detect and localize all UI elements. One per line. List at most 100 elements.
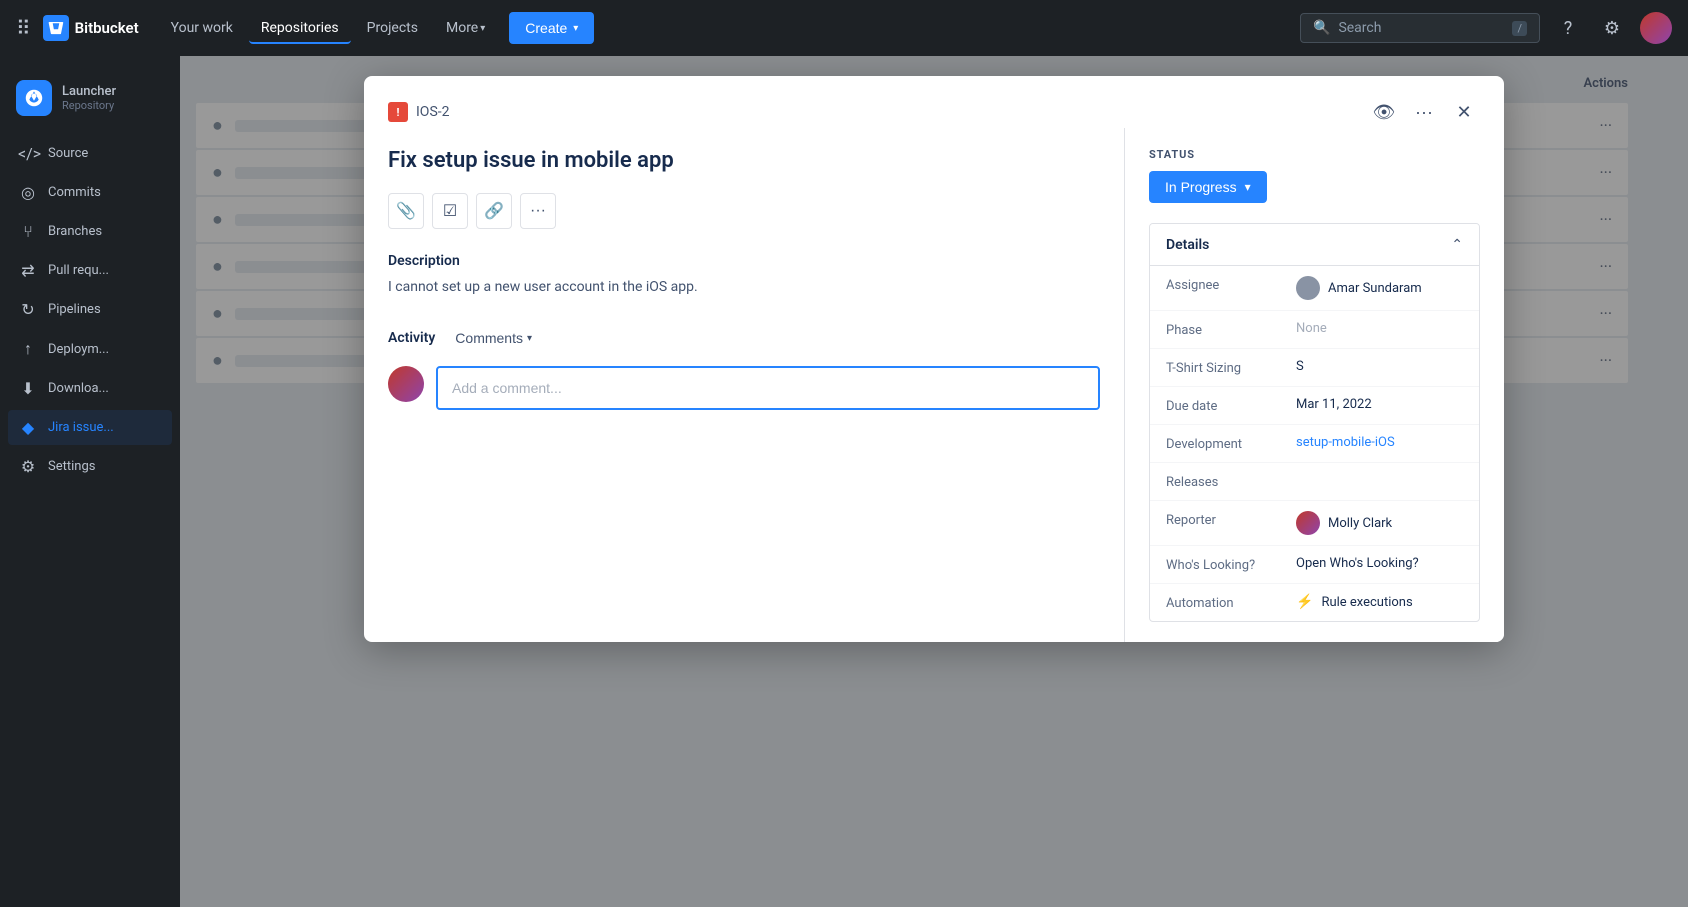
activity-filter-button[interactable]: Comments ▾ bbox=[447, 326, 540, 350]
detail-row-reporter: Reporter Molly Clark bbox=[1150, 501, 1479, 546]
detail-row-whos-looking: Who's Looking? Open Who's Looking? bbox=[1150, 546, 1479, 584]
tshirt-value: S bbox=[1296, 359, 1463, 374]
status-button[interactable]: In Progress ▾ bbox=[1149, 171, 1267, 203]
modal-overlay: ! IOS-2 👁 ··· ✕ Fix setup issue in mobil… bbox=[180, 56, 1688, 907]
top-navigation: ⠿ Bitbucket Your work Repositories Proje… bbox=[0, 0, 1688, 56]
settings-icon: ⚙ bbox=[18, 457, 38, 476]
sidebar-item-downloads[interactable]: ⬇ Downloa... bbox=[8, 371, 172, 406]
detail-row-automation: Automation ⚡ Rule executions bbox=[1150, 584, 1479, 621]
assignee-label: Assignee bbox=[1166, 276, 1296, 293]
bitbucket-logo-text: Bitbucket bbox=[75, 19, 139, 37]
watch-button[interactable]: 👁 bbox=[1368, 96, 1400, 128]
settings-button[interactable]: ⚙ bbox=[1596, 12, 1628, 44]
search-bar[interactable]: 🔍 Search / bbox=[1300, 13, 1540, 43]
modal-left-panel: Fix setup issue in mobile app 📎 ☑ 🔗 ··· … bbox=[364, 128, 1124, 642]
sidebar-item-settings[interactable]: ⚙ Settings bbox=[8, 449, 172, 484]
close-button[interactable]: ✕ bbox=[1448, 96, 1480, 128]
create-chevron-icon: ▾ bbox=[573, 23, 578, 34]
nav-projects[interactable]: Projects bbox=[355, 12, 430, 44]
whos-looking-value: Open Who's Looking? bbox=[1296, 556, 1463, 571]
sidebar-header: Launcher Repository bbox=[8, 72, 172, 124]
pipelines-icon: ↻ bbox=[18, 300, 38, 319]
description-section: Description I cannot set up a new user a… bbox=[388, 253, 1100, 298]
search-icon: 🔍 bbox=[1313, 20, 1330, 36]
detail-row-duedate: Due date Mar 11, 2022 bbox=[1150, 387, 1479, 425]
modal-header: ! IOS-2 👁 ··· ✕ bbox=[364, 76, 1504, 128]
releases-label: Releases bbox=[1166, 473, 1296, 490]
assignee-value: Amar Sundaram bbox=[1296, 276, 1463, 300]
issue-type-icon: ! bbox=[388, 102, 408, 122]
issue-modal: ! IOS-2 👁 ··· ✕ Fix setup issue in mobil… bbox=[364, 76, 1504, 642]
create-button[interactable]: Create ▾ bbox=[509, 12, 594, 44]
duedate-value: Mar 11, 2022 bbox=[1296, 397, 1463, 412]
nav-your-work[interactable]: Your work bbox=[159, 12, 245, 44]
sidebar-item-source[interactable]: </> Source bbox=[8, 136, 172, 171]
development-value[interactable]: setup-mobile-iOS bbox=[1296, 435, 1463, 450]
status-value: In Progress bbox=[1165, 179, 1237, 195]
detail-row-assignee: Assignee Amar Sundaram bbox=[1150, 266, 1479, 311]
detail-row-releases: Releases bbox=[1150, 463, 1479, 501]
project-name: Launcher bbox=[62, 84, 116, 99]
more-options-button[interactable]: ··· bbox=[1408, 96, 1440, 128]
filter-chevron-icon: ▾ bbox=[527, 333, 532, 344]
reporter-label: Reporter bbox=[1166, 511, 1296, 528]
toolbar-more-button[interactable]: ··· bbox=[520, 193, 556, 229]
phase-label: Phase bbox=[1166, 321, 1296, 338]
detail-row-phase: Phase None bbox=[1150, 311, 1479, 349]
automation-value: ⚡ Rule executions bbox=[1296, 594, 1463, 610]
checklist-button[interactable]: ☑ bbox=[432, 193, 468, 229]
sidebar-item-deployments[interactable]: ↑ Deploym... bbox=[8, 331, 172, 367]
nav-repositories[interactable]: Repositories bbox=[249, 12, 351, 44]
nav-more[interactable]: More ▾ bbox=[434, 12, 497, 44]
sidebar-item-commits[interactable]: ◎ Commits bbox=[8, 175, 172, 210]
source-icon: </> bbox=[18, 144, 38, 163]
duedate-label: Due date bbox=[1166, 397, 1296, 414]
help-button[interactable]: ? bbox=[1552, 12, 1584, 44]
commenter-avatar bbox=[388, 366, 424, 402]
bitbucket-logo[interactable]: Bitbucket bbox=[43, 15, 139, 41]
grid-icon[interactable]: ⠿ bbox=[16, 16, 31, 40]
nav-links: Your work Repositories Projects More ▾ C… bbox=[159, 12, 1292, 44]
details-section: Details ⌃ Assignee Amar Sundaram bbox=[1149, 223, 1480, 622]
sidebar-item-pipelines[interactable]: ↻ Pipelines bbox=[8, 292, 172, 327]
project-logo bbox=[16, 80, 52, 116]
pull-requests-icon: ⇄ bbox=[18, 261, 38, 280]
commits-icon: ◎ bbox=[18, 183, 38, 202]
deployments-icon: ↑ bbox=[18, 339, 38, 359]
reporter-value: Molly Clark bbox=[1296, 511, 1463, 535]
status-label: STATUS bbox=[1149, 148, 1480, 161]
issue-id: IOS-2 bbox=[416, 104, 450, 120]
activity-header: Activity Comments ▾ bbox=[388, 326, 1100, 350]
modal-header-actions: 👁 ··· ✕ bbox=[1368, 96, 1480, 128]
development-label: Development bbox=[1166, 435, 1296, 452]
sidebar-item-jira-issues[interactable]: ◆ Jira issue... bbox=[8, 410, 172, 445]
automation-label: Automation bbox=[1166, 594, 1296, 611]
modal-right-panel: STATUS In Progress ▾ Details ⌃ bbox=[1124, 128, 1504, 642]
branches-icon: ⑂ bbox=[18, 222, 38, 241]
issue-id-row: ! IOS-2 bbox=[388, 102, 450, 122]
detail-row-tshirt: T-Shirt Sizing S bbox=[1150, 349, 1479, 387]
sidebar-item-branches[interactable]: ⑂ Branches bbox=[8, 214, 172, 249]
status-chevron-icon: ▾ bbox=[1245, 180, 1251, 194]
link-button[interactable]: 🔗 bbox=[476, 193, 512, 229]
details-collapse-button[interactable]: ⌃ bbox=[1451, 236, 1463, 253]
description-text: I cannot set up a new user account in th… bbox=[388, 277, 1100, 298]
tshirt-label: T-Shirt Sizing bbox=[1166, 359, 1296, 376]
attach-button[interactable]: 📎 bbox=[388, 193, 424, 229]
modal-toolbar: 📎 ☑ 🔗 ··· bbox=[388, 193, 1100, 229]
search-shortcut: / bbox=[1512, 21, 1527, 36]
assignee-avatar bbox=[1296, 276, 1320, 300]
detail-row-development: Development setup-mobile-iOS bbox=[1150, 425, 1479, 463]
nav-right: 🔍 Search / ? ⚙ bbox=[1300, 12, 1672, 44]
modal-body: Fix setup issue in mobile app 📎 ☑ 🔗 ··· … bbox=[364, 128, 1504, 642]
downloads-icon: ⬇ bbox=[18, 379, 38, 398]
sidebar: Launcher Repository </> Source ◎ Commits… bbox=[0, 56, 180, 907]
user-avatar[interactable] bbox=[1640, 12, 1672, 44]
lightning-icon: ⚡ bbox=[1296, 594, 1313, 610]
comment-input[interactable] bbox=[436, 366, 1100, 410]
bitbucket-logo-icon bbox=[43, 15, 69, 41]
sidebar-item-pull-requests[interactable]: ⇄ Pull requ... bbox=[8, 253, 172, 288]
reporter-avatar bbox=[1296, 511, 1320, 535]
activity-label: Activity bbox=[388, 330, 435, 346]
main-layout: Launcher Repository </> Source ◎ Commits… bbox=[0, 56, 1688, 907]
